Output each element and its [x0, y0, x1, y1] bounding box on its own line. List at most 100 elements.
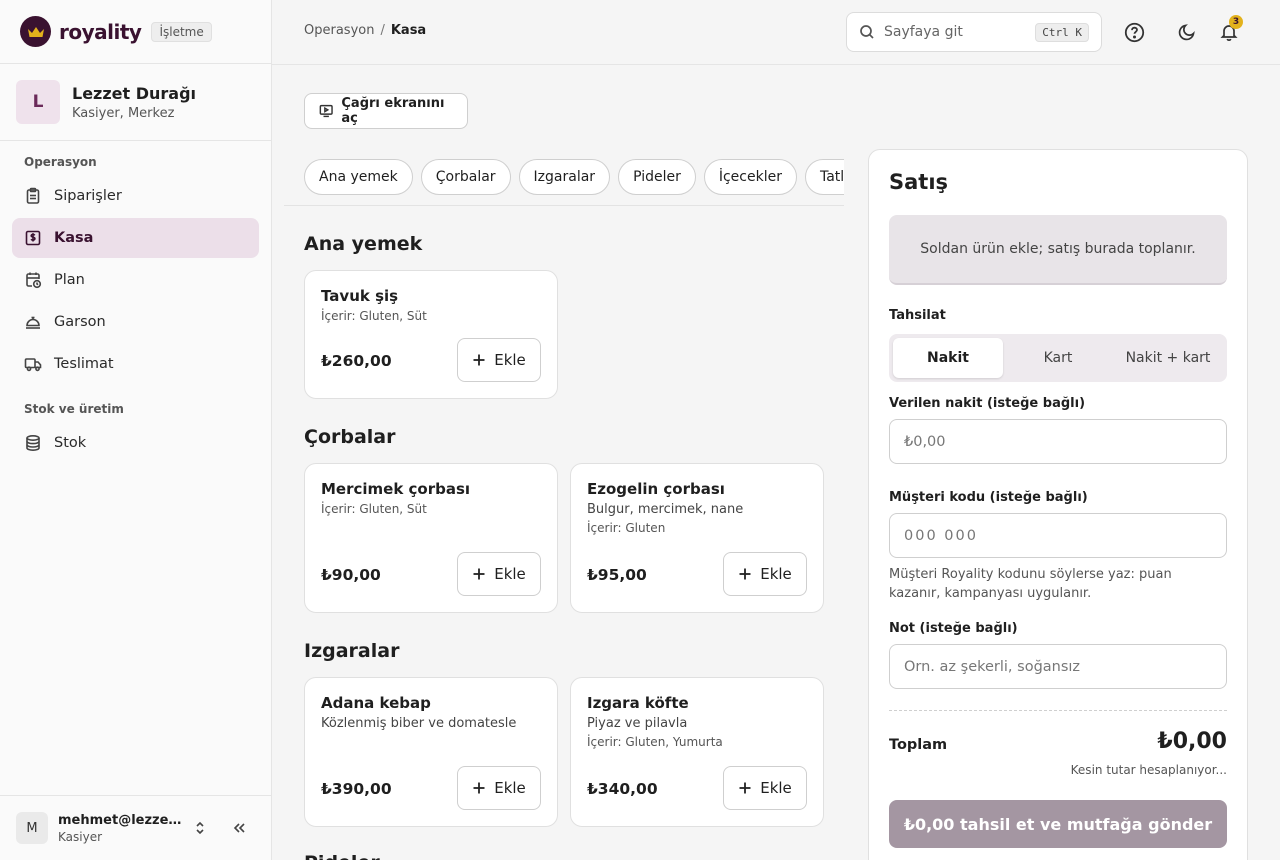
product-card: Tavuk şiş İçerir: Gluten, Süt ₺260,00 Ek…: [304, 270, 558, 399]
database-icon: [26, 434, 40, 452]
customer-code-label: Müşteri kodu (isteğe bağlı): [889, 490, 1088, 505]
moon-icon[interactable]: [1175, 20, 1199, 44]
product-card: Mercimek çorbası İçerir: Gluten, Süt ₺90…: [304, 463, 558, 613]
empty-cart-message: Soldan ürün ekle; satış burada toplanır.: [889, 215, 1227, 285]
sidebar-item-label: Kasa: [54, 230, 94, 246]
sidebar-item-label: Plan: [54, 272, 85, 288]
product-description: Közlenmiş biber ve domatesle: [321, 716, 517, 731]
org-subtitle: Kasiyer, Merkez: [72, 105, 175, 121]
user-menu[interactable]: M mehmet@lezzetdurağı.com Kasiyer: [0, 795, 271, 860]
org-switcher[interactable]: L Lezzet Durağı Kasiyer, Merkez: [0, 64, 271, 141]
category-chip[interactable]: Tatlılar: [804, 159, 844, 195]
customer-code-hint: Müşteri Royality kodunu söylerse yaz: pu…: [889, 567, 1172, 601]
total-label: Toplam: [889, 737, 948, 753]
search-input[interactable]: Sayfaya git Ctrl K: [846, 12, 1102, 52]
plus-icon: [739, 568, 751, 580]
add-label: Ekle: [494, 779, 526, 797]
monitor-play-icon: [319, 104, 333, 118]
charge-and-send-button[interactable]: ₺0,00 tahsil et ve mutfağa gönder: [889, 800, 1227, 848]
top-bar: Operasyon / Kasa Sayfaya git Ctrl K 3: [272, 0, 1280, 65]
sidebar-item-plan[interactable]: Plan: [12, 260, 259, 300]
breadcrumb: Operasyon / Kasa: [304, 23, 426, 38]
divider: [889, 710, 1227, 711]
section-title: Ana yemek: [304, 233, 423, 255]
section-title: Pideler: [304, 852, 380, 860]
payment-label: Tahsilat: [889, 308, 946, 323]
notification-count-badge: 3: [1229, 15, 1243, 29]
product-name: Tavuk şiş: [321, 287, 399, 305]
collapse-sidebar-icon[interactable]: [231, 820, 247, 836]
help-icon[interactable]: [1122, 20, 1146, 44]
chevrons-up-down-icon[interactable]: [192, 820, 208, 836]
plus-icon: [473, 568, 485, 580]
add-label: Ekle: [494, 565, 526, 583]
category-chip[interactable]: Izgaralar: [518, 159, 611, 195]
note-input[interactable]: [889, 644, 1227, 689]
sidebar-item-label: Garson: [54, 314, 106, 330]
product-name: Izgara köfte: [587, 694, 689, 712]
sidebar-item-garson[interactable]: Garson: [12, 302, 259, 342]
category-chip[interactable]: Pideler: [618, 159, 696, 195]
product-allergens: İçerir: Gluten, Süt: [321, 502, 427, 516]
add-product-button[interactable]: Ekle: [723, 766, 807, 810]
payment-option-cash[interactable]: Nakit: [893, 338, 1003, 378]
total-status: Kesin tutar hesaplanıyor...: [1070, 763, 1227, 777]
category-tabs: Ana yemek Çorbalar Izgaralar Pideler İçecekl…: [304, 159, 844, 195]
user-role: Kasiyer: [58, 829, 103, 844]
section-title: Izgaralar: [304, 640, 400, 662]
customer-code-input[interactable]: [889, 513, 1227, 558]
calendar-clock-icon: [26, 272, 42, 289]
note-label: Not (isteğe bağlı): [889, 621, 1018, 636]
sidebar-item-teslimat[interactable]: Teslimat: [12, 344, 259, 384]
category-chip[interactable]: Ana yemek: [304, 159, 413, 195]
add-label: Ekle: [494, 351, 526, 369]
category-chip[interactable]: Çorbalar: [420, 159, 511, 195]
product-allergens: İçerir: Gluten, Yumurta: [587, 735, 723, 749]
sale-title: Satış: [889, 170, 949, 194]
cash-input[interactable]: [889, 419, 1227, 464]
product-allergens: İçerir: Gluten: [587, 521, 666, 535]
divider: [284, 205, 844, 206]
product-card: Ezogelin çorbası Bulgur, mercimek, nane …: [570, 463, 824, 613]
total-value: ₺0,00: [1157, 729, 1227, 754]
sidebar-item-label: Siparişler: [54, 188, 122, 204]
category-chip[interactable]: İçecekler: [703, 159, 797, 195]
org-avatar: L: [16, 80, 60, 124]
product-name: Mercimek çorbası: [321, 480, 471, 498]
product-price: ₺340,00: [587, 780, 658, 798]
product-card: Izgara köfte Piyaz ve pilavla İçerir: Gl…: [570, 677, 824, 827]
product-description: Piyaz ve pilavla: [587, 716, 688, 731]
product-description: Bulgur, mercimek, nane: [587, 502, 744, 517]
payment-option-card[interactable]: Kart: [1003, 338, 1113, 378]
sidebar-item-stok[interactable]: Stok: [12, 423, 259, 463]
sale-panel: Satış Soldan ürün ekle; satış burada top…: [868, 149, 1248, 860]
product-allergens: İçerir: Gluten, Süt: [321, 309, 427, 323]
plus-icon: [473, 354, 485, 366]
open-call-screen-label: Çağrı ekranını aç: [341, 96, 445, 126]
sidebar-item-kasa[interactable]: Kasa: [12, 218, 259, 258]
shortcut-badge: Ctrl K: [1035, 22, 1089, 42]
brand: royality İşletme: [0, 0, 271, 64]
breadcrumb-item[interactable]: Operasyon: [304, 23, 374, 38]
add-product-button[interactable]: Ekle: [457, 338, 541, 382]
open-call-screen-button[interactable]: Çağrı ekranını aç: [304, 93, 468, 129]
brand-name: royality: [59, 19, 142, 44]
bell-icon[interactable]: 3: [1217, 15, 1243, 44]
add-product-button[interactable]: Ekle: [723, 552, 807, 596]
cash-register-icon: [25, 230, 41, 246]
concierge-bell-icon: [26, 316, 40, 329]
add-label: Ekle: [760, 779, 792, 797]
user-email: mehmet@lezzetdurağı.com: [58, 812, 186, 828]
payment-option-cash-card[interactable]: Nakit + kart: [1113, 338, 1223, 378]
search-icon: [860, 25, 874, 39]
org-name: Lezzet Durağı: [72, 83, 197, 103]
clipboard-icon: [26, 187, 40, 204]
add-product-button[interactable]: Ekle: [457, 552, 541, 596]
product-name: Adana kebap: [321, 694, 431, 712]
avatar: M: [16, 812, 48, 844]
sidebar-item-siparisler[interactable]: Siparişler: [12, 176, 259, 216]
crown-logo-icon: [20, 16, 51, 47]
add-product-button[interactable]: Ekle: [457, 766, 541, 810]
plus-icon: [739, 782, 751, 794]
sidebar: royality İşletme L Lezzet Durağı Kasiyer…: [0, 0, 272, 860]
